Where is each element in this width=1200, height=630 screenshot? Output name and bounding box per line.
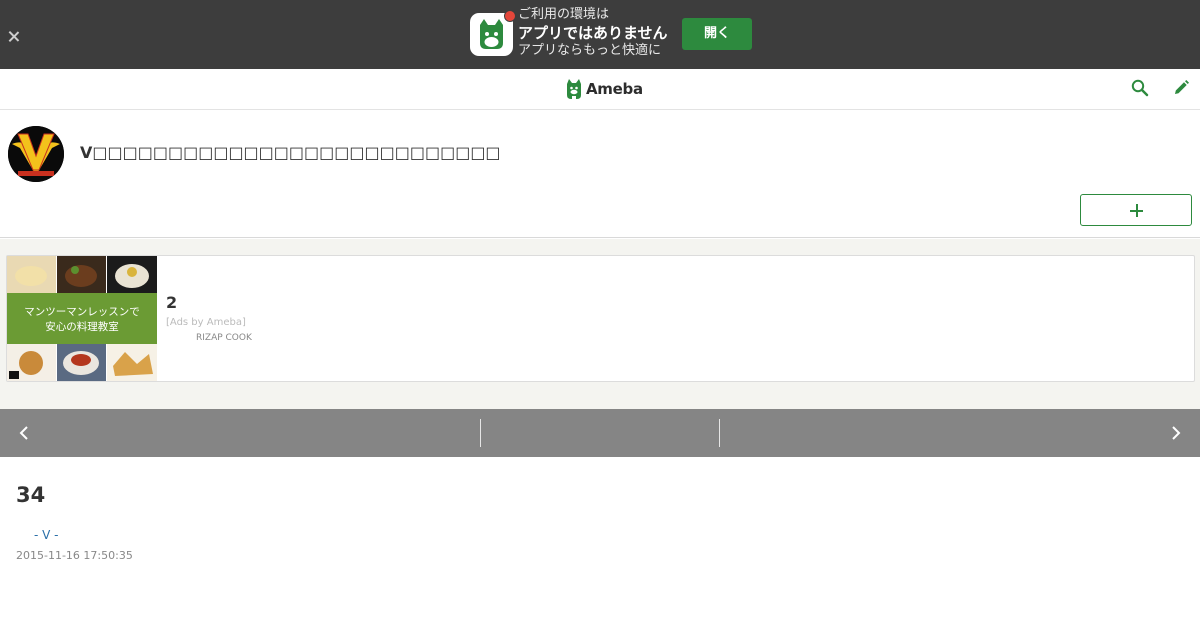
logo-text: Ameba	[586, 80, 643, 98]
chevron-right-icon[interactable]	[1166, 424, 1186, 442]
blog-title[interactable]: V□□□□□□□□□□□□□□□□□□□□□□□□□□□	[80, 143, 501, 162]
chevron-left-icon[interactable]	[14, 424, 34, 442]
banner-line-2: アプリではありません	[518, 24, 668, 42]
banner-line-1: ご利用の環境は	[518, 7, 610, 22]
app-install-banner: ご利用の環境は アプリではありません アプリならもっと快適に 開く	[0, 0, 1200, 69]
site-header: Ameba	[0, 69, 1200, 110]
ad-card[interactable]: マンツーマンレッスンで 安心の料理教室 2 [Ads by Ameba] RIZ…	[6, 255, 1195, 382]
open-app-button[interactable]: 開く	[682, 18, 752, 50]
ameba-logo[interactable]: Ameba	[565, 77, 643, 101]
ad-image-line-1: マンツーマンレッスンで	[24, 306, 140, 318]
ad-image-line-2: 安心の料理教室	[45, 320, 119, 333]
search-icon[interactable]	[1131, 79, 1149, 97]
blog-profile: V□□□□□□□□□□□□□□□□□□□□□□□□□□□	[0, 110, 1200, 238]
pager-divider	[719, 419, 720, 447]
ad-section: マンツーマンレッスンで 安心の料理教室 2 [Ads by Ameba] RIZ…	[0, 239, 1200, 409]
close-banner-icon[interactable]	[5, 28, 23, 46]
ad-label: [Ads by Ameba]	[166, 317, 246, 328]
entry-theme-link[interactable]: - V -	[34, 528, 59, 542]
ad-title: 2	[166, 293, 178, 312]
notification-dot	[504, 10, 516, 22]
write-pen-icon[interactable]	[1172, 79, 1190, 97]
ad-image: マンツーマンレッスンで 安心の料理教室	[7, 256, 157, 381]
entry-pager	[0, 409, 1200, 457]
banner-text: ご利用の環境は アプリではありません アプリならもっと快適に	[518, 6, 668, 60]
entry-title: 34	[16, 483, 46, 507]
banner-line-3: アプリならもっと快適に	[518, 43, 662, 58]
follow-button[interactable]	[1080, 194, 1192, 226]
pager-divider	[480, 419, 481, 447]
ameba-mascot-icon	[567, 79, 581, 99]
ad-sponsor: RIZAP COOK	[196, 333, 252, 343]
blog-avatar[interactable]	[8, 126, 64, 182]
entry-date: 2015-11-16 17:50:35	[16, 549, 133, 562]
